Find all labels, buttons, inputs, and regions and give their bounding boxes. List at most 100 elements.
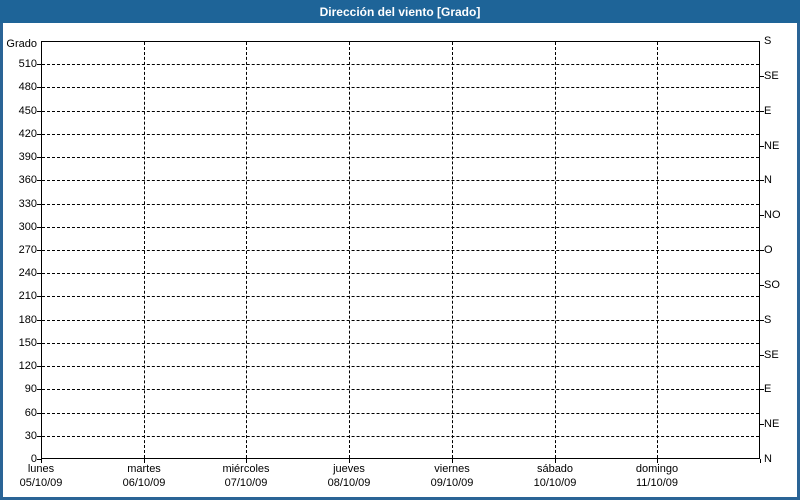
chart-title: Dirección del viento [Grado] [320,5,481,19]
x-day-date: 07/10/09 [194,477,298,490]
y-tick-right [760,111,764,112]
gridline-h [42,320,759,321]
y-tick-label-right: O [764,243,773,257]
y-tick-left [37,227,41,228]
x-day-date: 10/10/09 [503,477,607,490]
gridline-h [42,204,759,205]
y-tick-label-right: SO [764,278,780,292]
gridline-h [42,250,759,251]
gridline-h [42,157,759,158]
y-tick-label-left: 450 [0,104,37,118]
y-tick-left [37,250,41,251]
gridline-h [42,64,759,65]
y-tick-left [37,436,41,437]
gridline-h [42,366,759,367]
gridline-v [144,42,145,458]
y-tick-label-left: 300 [0,220,37,234]
y-tick-right [760,76,764,77]
y-tick-left [37,320,41,321]
gridline-h [42,180,759,181]
y-tick-label-right: E [764,382,771,396]
y-tick-left [37,180,41,181]
titlebar: Dirección del viento [Grado] [0,0,800,23]
y-tick-label-right: SE [764,69,779,83]
gridline-h [42,389,759,390]
y-tick-label-left: 60 [0,406,37,420]
y-tick-left [37,134,41,135]
gridline-v [555,42,556,458]
y-tick-label-left: 330 [0,197,37,211]
y-tick-label-right: E [764,104,771,118]
y-tick-label-left: 150 [0,336,37,350]
y-tick-label-left: 510 [0,57,37,71]
y-tick-right [760,355,764,356]
gridline-h [42,227,759,228]
y-tick-left [37,273,41,274]
gridline-v [657,42,658,458]
y-tick-left [37,204,41,205]
x-day-date: 06/10/09 [92,477,196,490]
gridline-v [246,42,247,458]
y-tick-right [760,146,764,147]
x-day-date: 05/10/09 [0,477,93,490]
y-tick-left [37,366,41,367]
y-tick-label-right: N [764,452,772,466]
gridline-v [349,42,350,458]
y-tick-label-left: 360 [0,173,37,187]
x-day-name: martes [92,463,196,476]
y-tick-right [760,180,764,181]
y-tick-left [37,413,41,414]
y-tick-label-left: 30 [0,429,37,443]
y-tick-label-left: 120 [0,359,37,373]
x-day-name: lunes [0,463,93,476]
x-day-date: 08/10/09 [297,477,401,490]
y-tick-right [760,320,764,321]
y-tick-right [760,285,764,286]
y-tick-right [760,424,764,425]
y-tick-label-right: S [764,34,771,48]
gridline-h [42,87,759,88]
y-tick-label-right: SE [764,348,779,362]
gridline-h [42,343,759,344]
gridline-h [42,436,759,437]
gridline-v [452,42,453,458]
y-tick-label-left: 480 [0,80,37,94]
y-tick-left [37,87,41,88]
y-tick-left [37,157,41,158]
gridline-h [42,273,759,274]
gridline-h [42,134,759,135]
y-tick-label-left: 270 [0,243,37,257]
y-tick-label-left: 210 [0,289,37,303]
x-day-date: 09/10/09 [400,477,504,490]
x-day-name: viernes [400,463,504,476]
y-tick-label-left: 180 [0,313,37,327]
y-tick-left [37,111,41,112]
y-tick-label-right: NE [764,417,779,431]
y-tick-left [37,296,41,297]
chart-window: Dirección del viento [Grado] Grado 510 48… [0,0,800,500]
y-tick-label-right: S [764,313,771,327]
plot-area [41,41,760,459]
x-day-name: jueves [297,463,401,476]
y-tick-label-left: 390 [0,150,37,164]
y-tick-left [37,389,41,390]
y-tick-right [760,389,764,390]
x-day-name: domingo [605,463,709,476]
y-tick-label-left: 240 [0,266,37,280]
y-axis-unit-label: Grado [0,37,37,51]
gridline-h [42,111,759,112]
y-tick-label-right: NE [764,139,779,153]
x-day-date: 11/10/09 [605,477,709,490]
x-day-name: sábado [503,463,607,476]
x-tick [760,459,761,463]
y-tick-right [760,215,764,216]
gridline-h [42,413,759,414]
gridline-h [42,296,759,297]
y-tick-left [37,343,41,344]
y-tick-left [37,64,41,65]
x-day-name: miércoles [194,463,298,476]
y-tick-label-right: NO [764,208,781,222]
y-tick-right [760,250,764,251]
y-tick-label-left: 90 [0,382,37,396]
y-tick-label-right: N [764,173,772,187]
